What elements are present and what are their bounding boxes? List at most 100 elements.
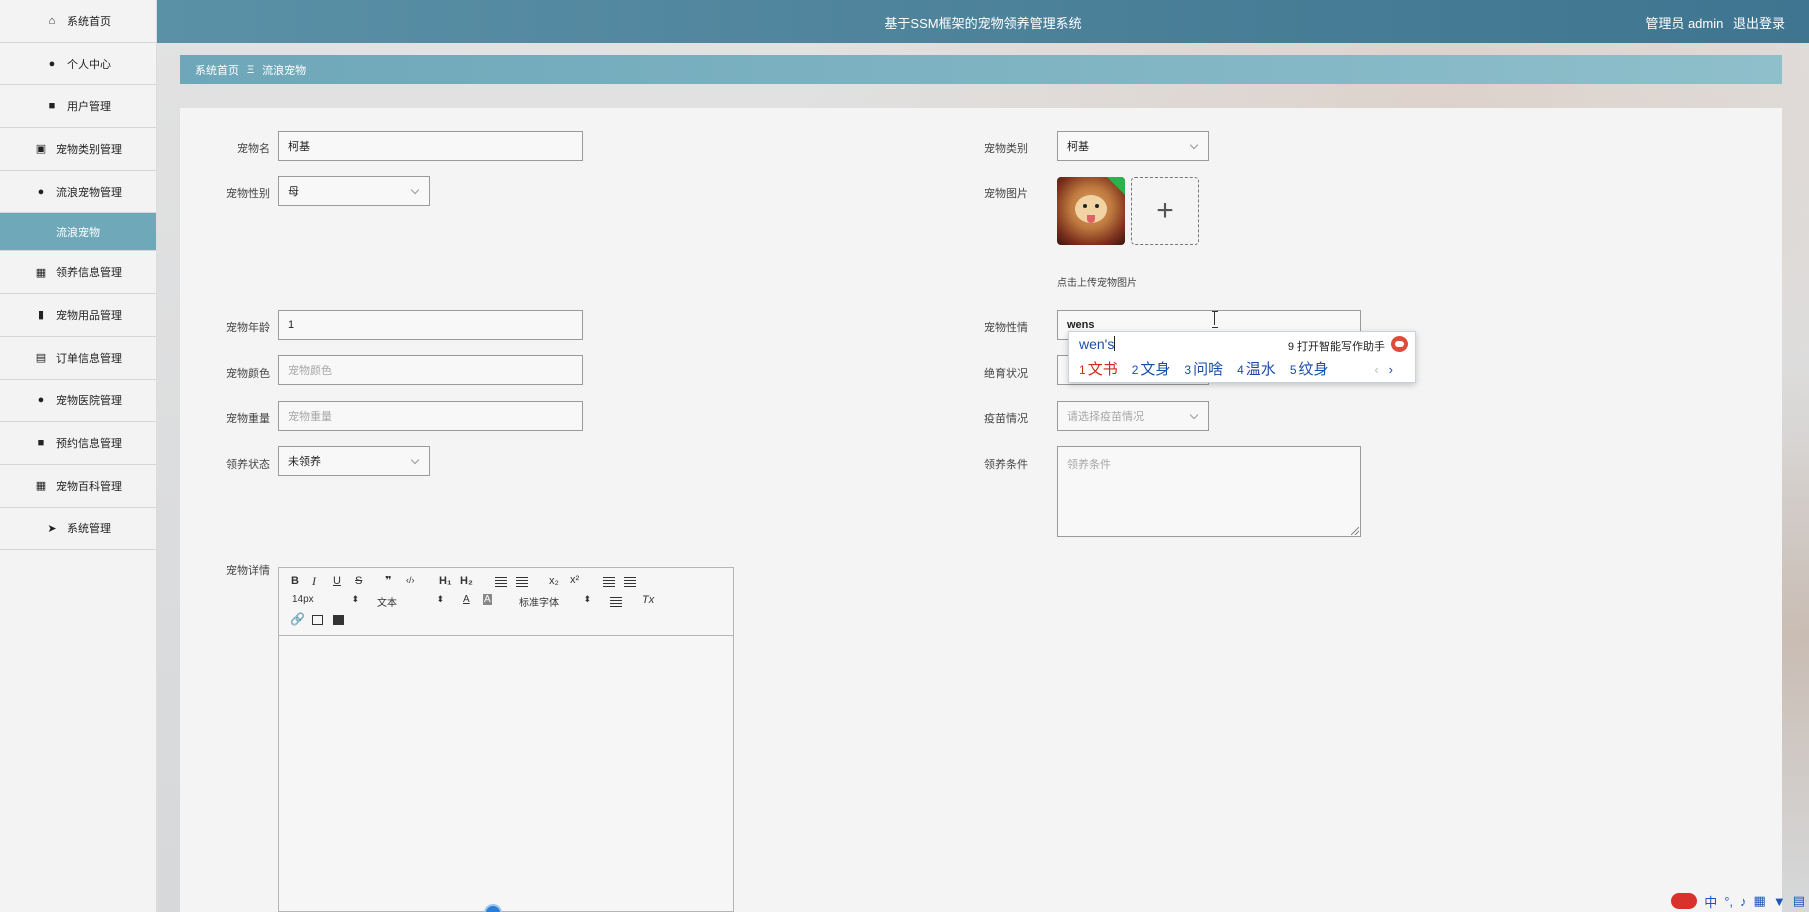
upload-hint: 点击上传宠物图片 (1057, 278, 1137, 289)
sidebar-item-0[interactable]: ⌂ 系统首页 (0, 0, 156, 43)
ime-prev-button[interactable]: ‹ (1374, 362, 1378, 377)
pet-category-label: 宠物类别 (984, 143, 1028, 155)
logout-link[interactable]: 退出登录 (1733, 16, 1785, 31)
ime-candidate[interactable]: 2 文身 (1132, 358, 1171, 379)
superscript-button[interactable]: x² (570, 574, 579, 586)
adopt-condition-textarea[interactable]: 领养条件 (1057, 446, 1361, 537)
ordered-list-icon[interactable] (495, 577, 507, 587)
microphone-icon[interactable]: ♪ (1740, 894, 1747, 909)
sidebar-item-6[interactable]: ▦ 领养信息管理 (0, 251, 156, 295)
ime-candidate[interactable]: 3 问啥 (1184, 358, 1223, 379)
pet-category-select[interactable]: 柯基 (1057, 131, 1209, 161)
font-family-select[interactable]: 标准字体 (519, 594, 591, 609)
underline-button[interactable]: U (333, 575, 341, 587)
assistant-icon[interactable] (1391, 336, 1408, 352)
system-tray: 中 °, ♪ ▦ ▼ ▤ (1649, 890, 1809, 912)
resize-handle[interactable] (1351, 527, 1359, 535)
sidebar-item-4[interactable]: ● 流浪宠物管理 (0, 171, 156, 214)
editor-toolbar: B I U S ❞ ‹/› H₁ H₂ x₂ x² 14px 文本 A A 标准… (279, 568, 733, 636)
breadcrumb: 系统首页 Ξ 流浪宠物 (180, 55, 1782, 84)
ime-candidate-number: 2 (1131, 363, 1139, 377)
font-color-icon[interactable]: A (463, 594, 470, 605)
sidebar: ⌂ 系统首页 ● 个人中心 ■ 用户管理 ▣ 宠物类别管理 ● 流浪宠物管理 流浪宠物 ▦ 领养信息管理… (0, 0, 157, 912)
sidebar-item-label: 宠物百科管理 (56, 480, 122, 493)
editor-content-area[interactable] (279, 637, 733, 911)
pet-age-label: 宠物年龄 (226, 322, 270, 334)
sidebar-item-label: 流浪宠物管理 (56, 186, 122, 199)
clipboard-icon: ▤ (35, 352, 47, 365)
sidebar-item-1[interactable]: ● 个人中心 (0, 43, 156, 86)
bar-chart-icon: ▮ (37, 309, 45, 322)
sidebar-item-label: 订单信息管理 (56, 352, 122, 365)
ime-assist-label[interactable]: 9 打开智能写作助手 (1288, 338, 1385, 354)
image-icon[interactable] (312, 615, 323, 625)
align-icon[interactable] (610, 597, 622, 607)
image-upload-button[interactable]: + (1131, 177, 1199, 245)
ime-next-button[interactable]: › (1389, 362, 1393, 377)
pet-name-input[interactable]: 柯基 (278, 131, 583, 161)
sidebar-item-12[interactable]: ➤ 系统管理 (0, 508, 156, 551)
indent-icon[interactable] (624, 577, 636, 587)
adopt-condition-placeholder: 领养条件 (1067, 459, 1111, 471)
pet-weight-input[interactable]: 宠物重量 (278, 401, 583, 431)
user-icon: ● (37, 394, 45, 407)
italic-button[interactable]: I (312, 574, 316, 589)
toolbox-icon[interactable]: ▤ (1793, 893, 1805, 909)
sidebar-item-label: 领养信息管理 (56, 267, 122, 280)
ime-candidate[interactable]: 1 文书 (1079, 358, 1118, 379)
sterile-label: 绝育状况 (984, 368, 1028, 380)
sidebar-item-7[interactable]: ▮ 宠物用品管理 (0, 294, 156, 337)
pet-detail-label: 宠物详情 (226, 565, 270, 577)
shirt-icon[interactable]: ▼ (1773, 894, 1786, 909)
link-icon[interactable]: 🔗 (290, 612, 305, 626)
heading1-button[interactable]: H₁ (439, 575, 452, 587)
pet-color-input[interactable]: 宠物颜色 (278, 355, 583, 385)
heading2-button[interactable]: H₂ (460, 575, 473, 587)
sidebar-item-9[interactable]: ● 宠物医院管理 (0, 380, 156, 423)
sidebar-item-5[interactable]: 流浪宠物 (0, 213, 156, 252)
sidebar-item-11[interactable]: ▦ 宠物百科管理 (0, 465, 156, 508)
vaccine-select[interactable]: 请选择疫苗情况 (1057, 401, 1209, 431)
block-type-select[interactable]: 文本 (377, 594, 444, 609)
sidebar-item-2[interactable]: ■ 用户管理 (0, 85, 156, 129)
rich-text-editor: B I U S ❞ ‹/› H₁ H₂ x₂ x² 14px 文本 A A 标准… (278, 567, 734, 912)
subscript-button[interactable]: x₂ (549, 575, 559, 587)
bold-button[interactable]: B (291, 575, 299, 587)
user-label: 管理员 admin (1645, 16, 1724, 31)
code-block-button[interactable]: ‹/› (406, 575, 415, 585)
font-size-select[interactable]: 14px (292, 594, 359, 605)
bullet-list-icon[interactable] (516, 577, 528, 587)
background-color-icon[interactable]: A (483, 594, 492, 605)
ime-mode-indicator[interactable]: 中 (1704, 892, 1717, 911)
sidebar-item-8[interactable]: ▤ 订单信息管理 (0, 337, 156, 380)
pet-age-input[interactable]: 1 (278, 310, 583, 340)
sidebar-item-label: 预约信息管理 (56, 438, 122, 451)
user-icon: ● (48, 57, 56, 70)
ime-candidate-text: 文书 (1087, 361, 1118, 378)
clear-format-button[interactable]: Tx (642, 594, 654, 606)
sidebar-item-label: 宠物医院管理 (56, 395, 122, 408)
adopt-status-select[interactable]: 未领养 (278, 446, 430, 476)
sidebar-item-label: 用户管理 (67, 101, 111, 114)
pet-image-thumbnail[interactable] (1057, 177, 1125, 245)
ime-candidate-number: 3 (1184, 363, 1192, 377)
video-icon[interactable] (333, 615, 344, 625)
keyboard-icon[interactable]: ▦ (1754, 893, 1766, 909)
pet-gender-select[interactable]: 母 (278, 176, 430, 206)
punctuation-indicator[interactable]: °, (1724, 894, 1733, 909)
strikethrough-button[interactable]: S (355, 575, 362, 587)
blockquote-button[interactable]: ❞ (385, 574, 391, 587)
sidebar-item-label: 宠物用品管理 (56, 309, 122, 322)
ime-candidate-number: 5 (1289, 363, 1297, 377)
outdent-icon[interactable] (603, 577, 615, 587)
sidebar-item-10[interactable]: ■ 预约信息管理 (0, 422, 156, 465)
adopt-condition-label: 领养条件 (984, 459, 1028, 471)
ime-candidate[interactable]: 5 纹身 (1290, 358, 1329, 379)
breadcrumb-separator: Ξ (247, 63, 255, 76)
sogou-icon[interactable] (1671, 893, 1698, 909)
user-area: 管理员 admin 退出登录 (1639, 13, 1785, 32)
sidebar-item-3[interactable]: ▣ 宠物类别管理 (0, 128, 156, 171)
adopt-status-label: 领养状态 (226, 459, 270, 471)
breadcrumb-home[interactable]: 系统首页 (195, 62, 239, 78)
ime-candidate[interactable]: 4 温水 (1237, 358, 1276, 379)
